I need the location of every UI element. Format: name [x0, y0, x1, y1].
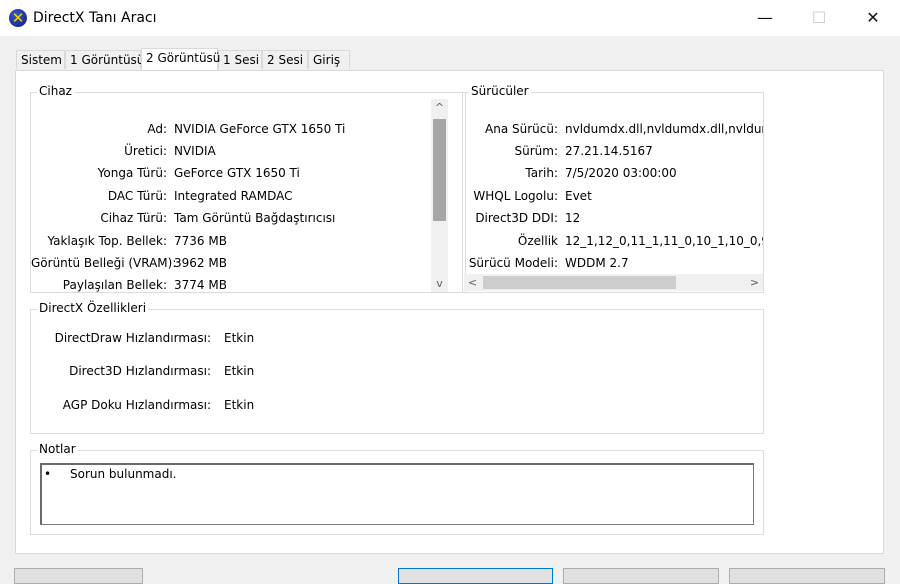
driver-value: WDDM 2.7 — [565, 256, 629, 270]
driver-value: 12 — [565, 211, 581, 225]
drivers-viewport: Ana Sürücü: nvldumdx.dll,nvldumdx.dll,nv… — [463, 93, 763, 274]
driver-label: Direct3D DDI: — [475, 211, 558, 225]
directx-icon: ✕ — [9, 9, 27, 27]
device-value: GeForce GTX 1650 Ti — [174, 166, 300, 180]
driver-value: 27.21.14.5167 — [565, 144, 653, 158]
device-label: Üretici: — [124, 144, 167, 158]
exit-button[interactable] — [729, 568, 885, 584]
feature-label: AGP Doku Hızlandırması: — [62, 398, 211, 412]
feature-label: DirectDraw Hızlandırması: — [54, 331, 211, 345]
feature-label: Direct3D Hızlandırması: — [69, 364, 211, 378]
tab-sistem[interactable]: Sistem — [16, 50, 65, 69]
features-group: DirectX Özellikleri DirectDraw Hızlandır… — [30, 301, 764, 434]
device-scrollbar[interactable]: ^ v — [431, 99, 448, 292]
driver-label: Tarih: — [525, 166, 558, 180]
device-label: DAC Türü: — [107, 189, 167, 203]
title-bar: ✕ DirectX Tanı Aracı — ☐ ✕ — [0, 0, 900, 36]
feature-value: Etkin — [224, 331, 255, 345]
minimize-button[interactable]: — — [738, 0, 792, 36]
device-value: 3774 MB — [174, 278, 227, 292]
driver-value: Evet — [565, 189, 592, 203]
feature-value: Etkin — [224, 398, 255, 412]
device-label: Yaklaşık Top. Bellek: — [47, 234, 167, 248]
device-value: Integrated RAMDAC — [174, 189, 293, 203]
scroll-down-icon[interactable]: v — [431, 275, 448, 292]
device-legend: Cihaz — [37, 84, 74, 98]
help-button[interactable] — [14, 568, 143, 584]
device-label: Cihaz Türü: — [100, 211, 167, 225]
scroll-right-icon[interactable]: > — [746, 274, 763, 291]
driver-value: 12_1,12_0,11_1,11_0,10_1,10_0,9_3 — [565, 234, 763, 248]
driver-label: Özellik — [517, 234, 558, 248]
tab-panel: Cihaz Ad: NVIDIA GeForce GTX 1650 Ti Üre… — [15, 70, 884, 554]
notes-box[interactable]: • Sorun bulunmadı. — [40, 463, 754, 525]
tab-sound-1[interactable]: 1 Sesi — [218, 50, 262, 69]
driver-label: Sürücü Modeli: — [468, 256, 558, 270]
maximize-button: ☐ — [811, 8, 827, 27]
driver-label: Ana Sürücü: — [485, 122, 558, 136]
notes-text: Sorun bulunmadı. — [70, 467, 177, 481]
device-label: Ad: — [147, 122, 167, 136]
features-legend: DirectX Özellikleri — [37, 301, 149, 315]
device-value: Tam Görüntü Bağdaştırıcısı — [174, 211, 336, 225]
device-value: NVIDIA — [174, 144, 216, 158]
device-value: NVIDIA GeForce GTX 1650 Ti — [174, 122, 346, 136]
notes-legend: Notlar — [37, 442, 78, 456]
device-label: Paylaşılan Bellek: — [62, 278, 167, 292]
device-value: 3962 MB — [174, 256, 227, 270]
device-label: Görüntü Belleği (VRAM): — [31, 256, 177, 270]
driver-label: WHQL Logolu: — [473, 189, 558, 203]
close-button[interactable]: ✕ — [846, 0, 900, 36]
window-title: DirectX Tanı Aracı — [33, 10, 157, 26]
driver-value: nvldumdx.dll,nvldumdx.dll,nvldumdx.d — [565, 122, 763, 136]
tab-input[interactable]: Giriş — [308, 50, 350, 69]
tab-display-1[interactable]: 1 Görüntüsü — [65, 50, 144, 69]
tab-sound-2[interactable]: 2 Sesi — [262, 50, 308, 69]
drivers-scrollbar[interactable]: < > — [464, 274, 763, 291]
save-info-button[interactable] — [563, 568, 719, 584]
device-group: Cihaz Ad: NVIDIA GeForce GTX 1650 Ti Üre… — [30, 84, 466, 293]
next-page-button[interactable] — [398, 568, 553, 584]
drivers-group: Sürücüler Ana Sürücü: nvldumdx.dll,nvldu… — [462, 84, 764, 293]
driver-label: Sürüm: — [514, 144, 559, 158]
device-scroll-thumb[interactable] — [433, 119, 446, 221]
driver-value: 7/5/2020 03:00:00 — [565, 166, 677, 180]
notes-bullet: • — [44, 467, 52, 481]
scroll-left-icon[interactable]: < — [464, 274, 481, 291]
drivers-scroll-thumb[interactable] — [483, 276, 676, 289]
device-label: Yonga Türü: — [97, 166, 167, 180]
notes-group: Notlar • Sorun bulunmadı. — [30, 442, 764, 535]
tab-display-2[interactable]: 2 Görüntüsü — [141, 48, 220, 70]
scroll-up-icon[interactable]: ^ — [431, 99, 448, 116]
device-value: 7736 MB — [174, 234, 227, 248]
feature-value: Etkin — [224, 364, 255, 378]
